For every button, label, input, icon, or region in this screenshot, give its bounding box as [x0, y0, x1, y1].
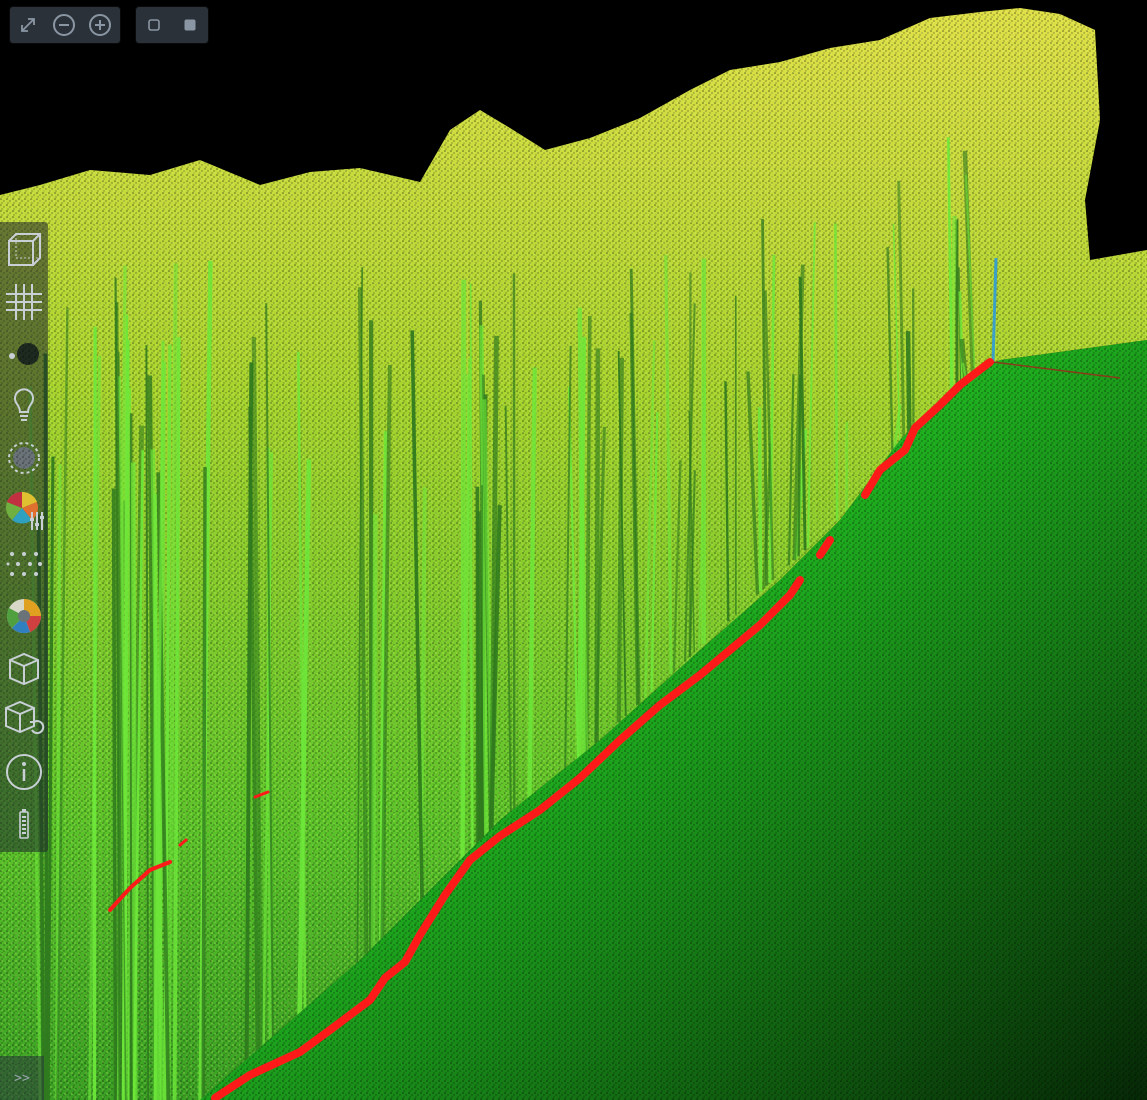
tree-trunk [111, 488, 118, 1100]
tree-trunk [370, 514, 378, 951]
filled-mode-button[interactable] [172, 7, 208, 43]
tree-trunk [92, 326, 97, 1100]
reset-view-button[interactable] [2, 696, 46, 740]
bounding-box-button[interactable] [2, 228, 46, 272]
grid-icon [6, 284, 42, 320]
bounding-box-icon [8, 233, 41, 266]
zoom-in-button[interactable] [82, 7, 118, 43]
square-outline-icon [148, 19, 160, 31]
zoom-out-icon [53, 14, 75, 36]
point-shape-button[interactable] [2, 542, 46, 586]
zoom-out-button[interactable] [46, 7, 82, 43]
info-button[interactable] [2, 750, 46, 794]
tree-trunk [201, 466, 207, 1100]
info-icon [6, 754, 42, 790]
fit-view-button[interactable] [10, 7, 46, 43]
tool-sidebar [0, 222, 48, 852]
lighting-button[interactable] [2, 382, 46, 426]
expand-label: >> [14, 1070, 30, 1086]
point-budget-icon [8, 442, 40, 474]
point-budget-button[interactable] [2, 436, 46, 480]
tree-trunk [130, 462, 138, 1100]
color-adjust-icon [6, 491, 44, 530]
fit-view-icon [21, 18, 35, 32]
zoom-toolbar [10, 7, 120, 43]
mode-toolbar [136, 7, 208, 43]
lighting-bulb-icon [14, 388, 34, 421]
point-size-icon [9, 343, 39, 365]
point-size-button[interactable] [2, 330, 46, 374]
tree-trunk [757, 407, 763, 592]
tree-trunk [460, 279, 467, 868]
zoom-in-icon [89, 14, 111, 36]
color-palette-button[interactable] [2, 594, 46, 638]
tree-trunk [594, 348, 601, 744]
expand-sidebar-button[interactable]: >> [0, 1056, 44, 1100]
point-shape-icon [6, 552, 42, 576]
point-cloud-scene[interactable] [0, 0, 1147, 1100]
point-cloud-viewport[interactable] [0, 0, 1147, 1100]
color-adjust-button[interactable] [2, 488, 46, 532]
color-palette-icon [7, 599, 42, 634]
reset-view-icon [5, 700, 45, 735]
square-filled-icon [184, 19, 196, 31]
box-view-icon [9, 652, 39, 686]
outline-mode-button[interactable] [136, 7, 172, 43]
grid-button[interactable] [2, 280, 46, 324]
battery-level-icon [19, 809, 29, 839]
battery-button[interactable] [2, 802, 46, 846]
tree-trunk [834, 223, 839, 521]
box-view-button[interactable] [2, 646, 46, 690]
